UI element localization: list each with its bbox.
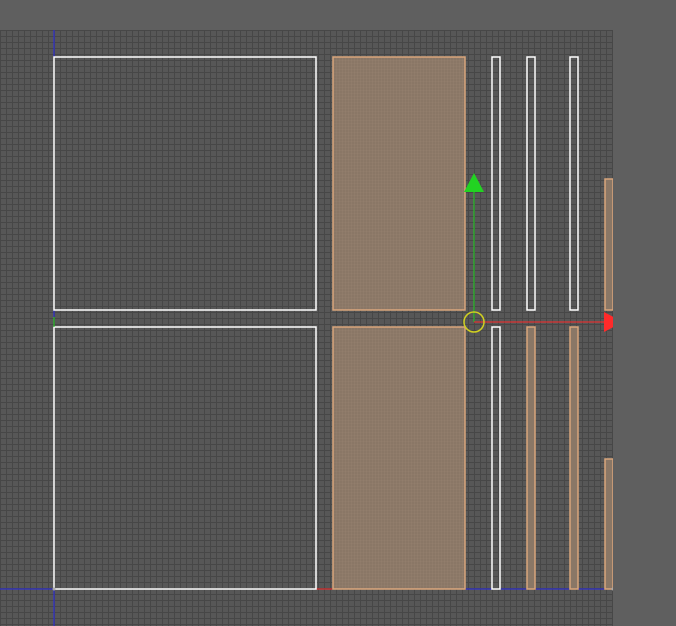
origin-marker: [52, 587, 56, 591]
uv-island-square-top-left[interactable]: [53, 56, 317, 311]
uv-island-thin-bottom-3[interactable]: [569, 326, 579, 590]
uv-island-square-bottom-left[interactable]: [53, 326, 317, 590]
uv-island-thin-top-1[interactable]: [491, 56, 501, 311]
uv-canvas[interactable]: [0, 30, 613, 626]
uv-island-strip-bottom[interactable]: [332, 326, 466, 590]
uv-island-strip-top[interactable]: [332, 56, 466, 311]
uv-island-thin-bottom-1[interactable]: [491, 326, 501, 590]
uv-island-thin-bottom-2[interactable]: [526, 326, 536, 590]
y-arrow-icon[interactable]: [464, 173, 484, 192]
uv-island-thin-top-2[interactable]: [526, 56, 536, 311]
uv-island-thin-top-3[interactable]: [569, 56, 579, 311]
x-arrow-icon[interactable]: [604, 312, 613, 332]
uv-editor-viewport[interactable]: [0, 30, 613, 626]
uv-island-thin-right-upper[interactable]: [604, 178, 613, 311]
uv-island-thin-right-lower[interactable]: [604, 458, 613, 590]
